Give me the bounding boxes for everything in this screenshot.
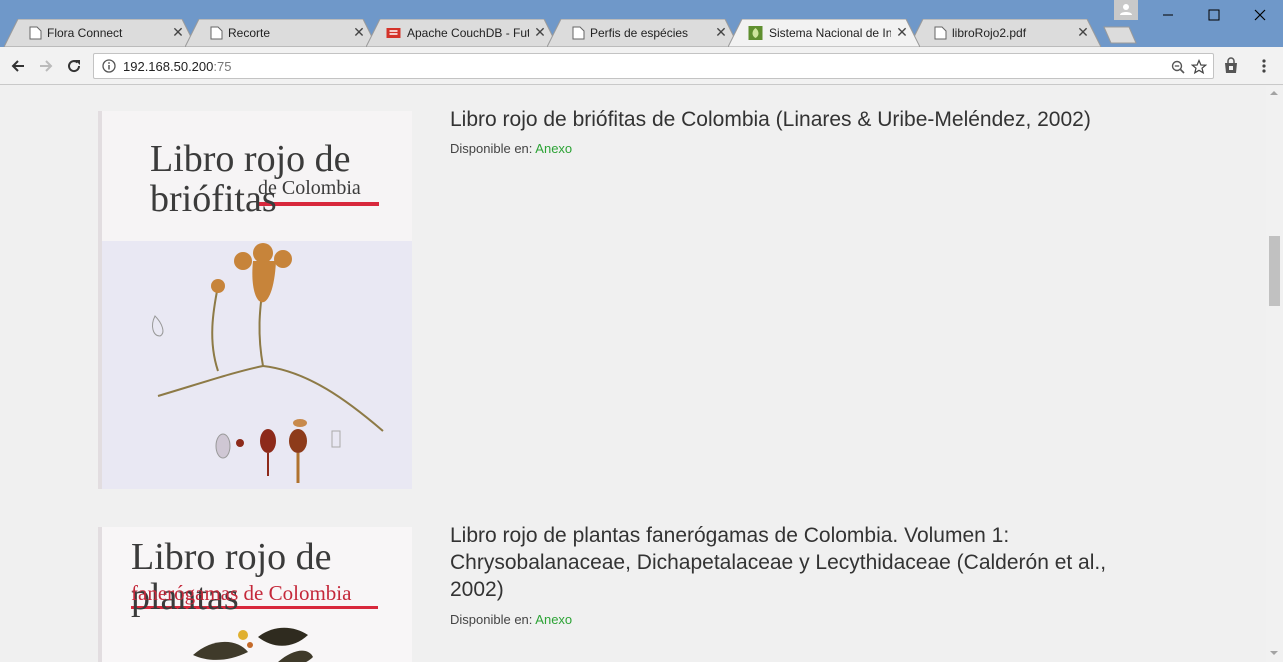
bookmark-star-button[interactable] bbox=[1190, 58, 1208, 76]
back-button[interactable] bbox=[6, 54, 30, 78]
arrow-left-icon bbox=[11, 60, 24, 72]
tab-close-icon[interactable]: ✕ bbox=[894, 24, 910, 40]
tab-close-icon[interactable]: ✕ bbox=[532, 24, 548, 40]
book-cover-briofitas[interactable]: Libro rojo de briófitas de Colombia bbox=[98, 111, 412, 489]
url-text[interactable]: 192.168.50.200:75 bbox=[123, 59, 231, 74]
arrow-right-icon bbox=[40, 60, 53, 72]
url-port: :75 bbox=[213, 59, 232, 74]
book-cover-fanerogamas[interactable]: Libro rojo de plantas fanerógamas de Col… bbox=[98, 527, 412, 662]
page-scrollbar[interactable] bbox=[1266, 86, 1283, 662]
scroll-up-arrow-icon[interactable] bbox=[1270, 91, 1278, 95]
url-host: 192.168.50.200 bbox=[123, 59, 214, 74]
tab-sistema-nacional[interactable]: Sistema Nacional de In ✕ bbox=[728, 19, 920, 47]
site-leaf-icon bbox=[748, 26, 763, 40]
reload-icon bbox=[68, 60, 81, 73]
forward-button[interactable] bbox=[34, 54, 58, 78]
zoom-icon[interactable] bbox=[1169, 58, 1187, 76]
tab-recorte[interactable]: Recorte ✕ bbox=[185, 19, 377, 47]
browser-toolbar: 192.168.50.200:75 bbox=[0, 47, 1283, 85]
scrollbar-thumb[interactable] bbox=[1269, 236, 1280, 306]
available-label: Disponible en: bbox=[450, 141, 533, 156]
entry-title: Libro rojo de plantas fanerógamas de Col… bbox=[450, 524, 1107, 601]
entry-title: Libro rojo de briófitas de Colombia (Lin… bbox=[450, 108, 1091, 131]
page-icon bbox=[29, 26, 42, 40]
maximize-icon bbox=[1208, 9, 1220, 21]
cover-title-line2: de Colombia bbox=[258, 177, 361, 199]
tab-close-icon[interactable]: ✕ bbox=[351, 24, 367, 40]
close-window-button[interactable] bbox=[1237, 0, 1283, 30]
info-icon[interactable] bbox=[102, 59, 116, 73]
available-label: Disponible en: bbox=[450, 612, 533, 627]
tab-close-icon[interactable]: ✕ bbox=[170, 24, 186, 40]
cover-title-line2: fanerógamas de Colombia bbox=[131, 581, 352, 605]
anexo-link[interactable]: Anexo bbox=[535, 141, 572, 156]
tab-flora-connect[interactable]: Flora Connect ✕ bbox=[4, 19, 196, 47]
minimize-button[interactable] bbox=[1145, 0, 1191, 30]
star-icon bbox=[1191, 59, 1207, 75]
extension-button[interactable] bbox=[1219, 54, 1243, 78]
tab-librorojo2-pdf[interactable]: libroRojo2.pdf ✕ bbox=[909, 19, 1101, 47]
browser-titlebar: Flora Connect ✕ Recorte ✕ Apache CouchDB… bbox=[0, 0, 1283, 47]
tab-title: Apache CouchDB - Fut bbox=[407, 26, 529, 40]
kebab-menu-icon bbox=[1262, 59, 1266, 73]
person-icon bbox=[1120, 4, 1132, 15]
new-tab-button[interactable] bbox=[1103, 26, 1137, 44]
page-icon bbox=[934, 26, 947, 40]
scroll-down-arrow-icon[interactable] bbox=[1270, 651, 1278, 655]
page-icon bbox=[572, 26, 585, 40]
entry-availability: Disponible en: Anexo bbox=[450, 612, 572, 627]
tab-close-icon[interactable]: ✕ bbox=[1075, 24, 1091, 40]
close-icon bbox=[1254, 9, 1266, 21]
address-bar[interactable]: 192.168.50.200:75 bbox=[93, 53, 1214, 79]
minimize-icon bbox=[1163, 14, 1173, 16]
anexo-link[interactable]: Anexo bbox=[535, 612, 572, 627]
extension-bag-icon bbox=[1225, 57, 1237, 73]
tab-perfis-de-especies[interactable]: Perfis de espécies ✕ bbox=[547, 19, 739, 47]
page-icon bbox=[210, 26, 223, 40]
reload-button[interactable] bbox=[62, 54, 86, 78]
tab-title: Flora Connect bbox=[47, 26, 123, 40]
menu-button[interactable] bbox=[1252, 54, 1276, 78]
tab-title: Perfis de espécies bbox=[590, 26, 689, 40]
tab-title: Sistema Nacional de In bbox=[769, 26, 891, 40]
page-content: Libro rojo de briófitas de Colombia Libr… bbox=[0, 86, 1266, 662]
tab-title: libroRojo2.pdf bbox=[952, 26, 1027, 40]
zoom-out-icon bbox=[1171, 60, 1185, 74]
tab-apache-couchdb[interactable]: Apache CouchDB - Fut ✕ bbox=[366, 19, 558, 47]
tab-title: Recorte bbox=[228, 26, 271, 40]
couchdb-icon bbox=[386, 28, 401, 38]
tab-close-icon[interactable]: ✕ bbox=[713, 24, 729, 40]
entry-availability: Disponible en: Anexo bbox=[450, 141, 572, 156]
profile-avatar-button[interactable] bbox=[1114, 0, 1138, 20]
maximize-button[interactable] bbox=[1191, 0, 1237, 30]
